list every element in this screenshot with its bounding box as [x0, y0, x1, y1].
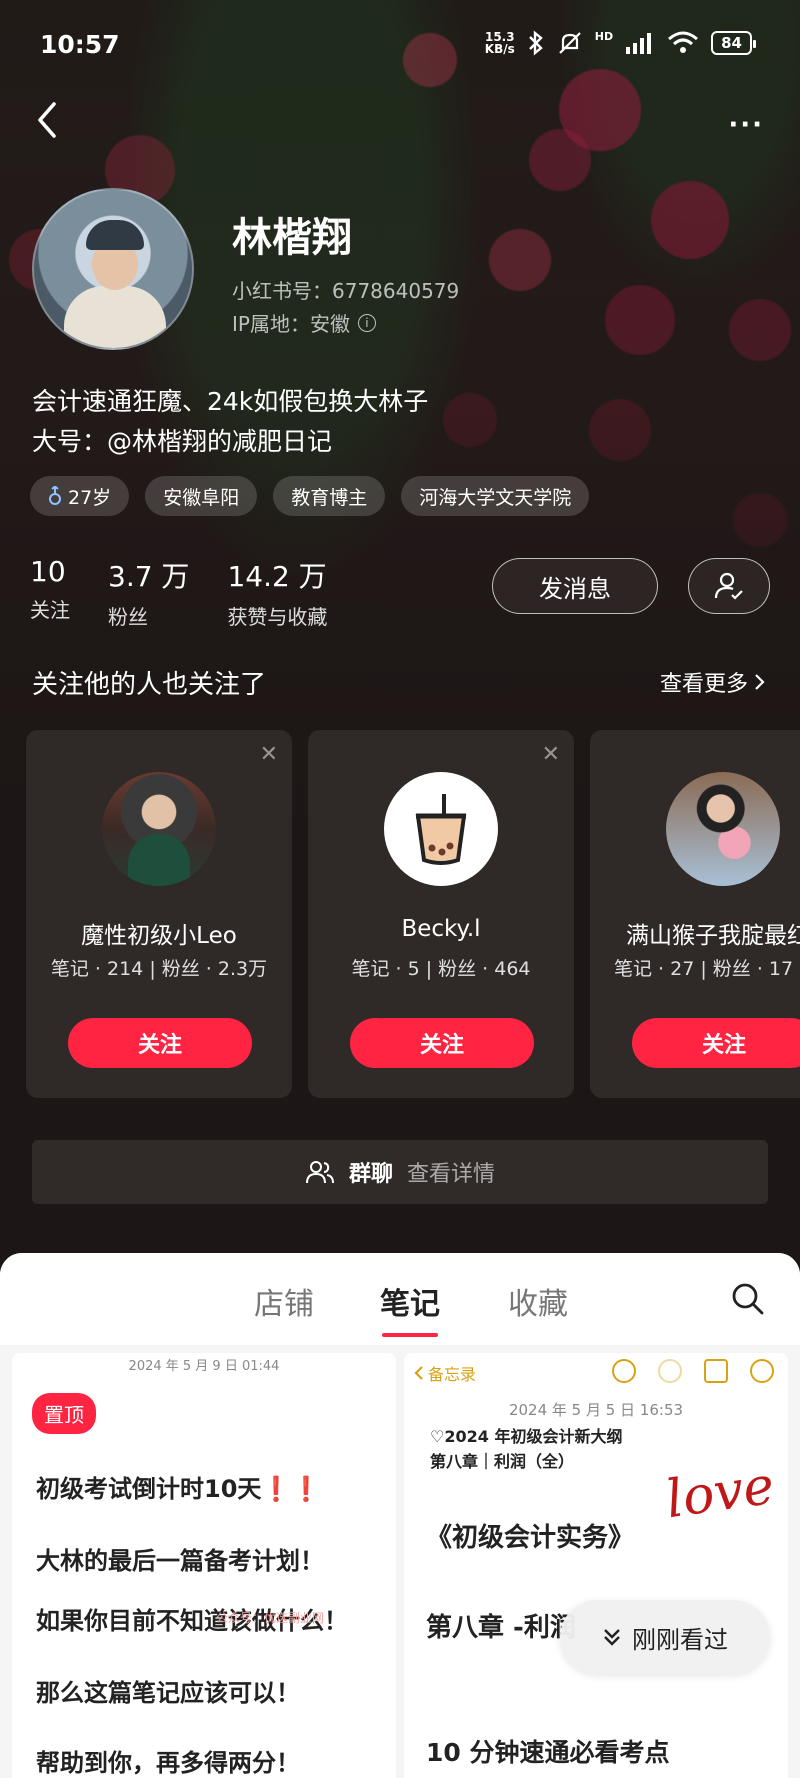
battery-icon: 84	[711, 31, 756, 55]
status-time: 10:57	[40, 30, 120, 59]
profile-tabs: 店铺 笔记 收藏	[0, 1253, 800, 1345]
more-options-button[interactable]: ···	[728, 110, 764, 140]
note-line: 那么这篇笔记应该可以！	[36, 1679, 300, 1707]
note-line: 初级考试倒计时10天❗❗	[36, 1475, 322, 1503]
bio-line-2[interactable]: 大号：@林楷翔的减肥日记	[32, 422, 332, 458]
note-line: 帮助到你，再多得两分！	[36, 1749, 300, 1777]
tag-age: 27岁	[30, 476, 130, 516]
bio-line-1: 会计速通狂魔、24k如假包换大林子	[32, 387, 429, 416]
profile-tags: 27岁 安徽阜阳 教育博主 河海大学文天学院	[30, 476, 590, 516]
chevron-left-icon	[414, 1366, 423, 1380]
memo-chapter: 第八章 -利润	[426, 1613, 576, 1643]
recommend-card[interactable]: 满山猴子我腚最红 笔记 · 27 | 粉丝 · 17 关注	[590, 730, 800, 1098]
content-panel: 店铺 笔记 收藏 2024 年 5 月 9 日 01:44 置顶 初级考试倒计时…	[0, 1253, 800, 1778]
profile-stats: 10 关注 3.7 万 粉丝 14.2 万 获赞与收藏	[30, 555, 365, 630]
note-card-pinned[interactable]: 2024 年 5 月 9 日 01:44 置顶 初级考试倒计时10天❗❗ 大林的…	[12, 1353, 396, 1778]
avatar-body	[64, 286, 166, 348]
card-avatar[interactable]	[384, 772, 498, 886]
bubble-tea-icon	[415, 794, 467, 865]
memo-icons	[612, 1359, 774, 1383]
signal-icon	[626, 33, 652, 54]
back-button[interactable]	[30, 98, 66, 142]
tag-role: 教育博主	[273, 476, 386, 516]
close-icon[interactable]: ✕	[542, 742, 560, 767]
following-status-button[interactable]	[688, 558, 770, 614]
stat-following[interactable]: 10 关注	[30, 555, 70, 630]
tag-location: 安徽阜阳	[145, 476, 258, 516]
tab-shop[interactable]: 店铺	[254, 1279, 314, 1323]
bluetooth-icon	[528, 30, 543, 56]
card-meta: 笔记 · 5 | 粉丝 · 464	[351, 958, 531, 980]
hd-icon: HD	[594, 30, 614, 43]
mute-icon	[559, 32, 581, 54]
follow-button[interactable]: 关注	[350, 1018, 534, 1068]
pinned-badge: 置顶	[32, 1393, 96, 1434]
share-icon	[704, 1359, 728, 1383]
recently-viewed-button[interactable]: 刚刚看过	[560, 1600, 770, 1674]
male-icon	[49, 486, 61, 505]
close-icon[interactable]: ✕	[260, 742, 278, 767]
memo-date: 2024 年 5 月 5 日 16:53	[508, 1401, 684, 1419]
group-detail: 查看详情	[407, 1162, 496, 1187]
profile-id: 小红书号：6778640579	[232, 279, 460, 303]
group-label: 群聊	[348, 1162, 393, 1187]
card-name: 魔性初级小Leo	[81, 923, 237, 949]
tag-school: 河海大学文天学院	[401, 476, 590, 516]
avatar-cap	[86, 220, 144, 250]
see-more-link[interactable]: 查看更多	[660, 666, 766, 698]
chevron-right-icon	[755, 674, 765, 690]
avatar[interactable]	[32, 188, 194, 350]
card-meta: 笔记 · 27 | 粉丝 · 17	[614, 958, 794, 980]
card-name: Becky.l	[401, 916, 481, 942]
user-check-icon	[714, 572, 743, 600]
memo-title: 《初级会计实务》	[426, 1523, 635, 1553]
double-chevron-down-icon	[604, 1629, 620, 1646]
love-handwriting: love	[662, 1455, 778, 1531]
card-avatar[interactable]	[102, 772, 216, 886]
recommend-card[interactable]: ✕ Becky.l 笔记 · 5 | 粉丝 · 464 关注	[308, 730, 574, 1098]
card-avatar[interactable]	[666, 772, 780, 886]
note-line: 大林的最后一篇备考计划！	[36, 1547, 324, 1575]
note-card-memo[interactable]: 备忘录 2024 年 5 月 5 日 16:53 ♡2024 年初级会计新大纲 …	[404, 1353, 788, 1778]
wifi-icon	[668, 31, 699, 53]
tab-collections[interactable]: 收藏	[508, 1279, 568, 1323]
stat-followers[interactable]: 3.7 万 粉丝	[108, 555, 189, 630]
memo-toolbar: 备忘录	[404, 1353, 788, 1393]
card-name: 满山猴子我腚最红	[626, 923, 800, 949]
follow-button[interactable]: 关注	[632, 1018, 800, 1068]
search-icon[interactable]	[730, 1281, 766, 1317]
exclamation-marks: ❗❗	[261, 1475, 322, 1503]
status-icons: 15.3 KB/s HD 84	[484, 30, 756, 56]
memo-tip: 10 分钟速通必看考点	[426, 1738, 670, 1767]
memo-line: ♡2024 年初级会计新大纲	[430, 1427, 623, 1446]
watermark-text: 公众号：优选副业网	[216, 1611, 325, 1625]
ip-location: IP属地：安徽 i	[232, 308, 376, 337]
tab-notes[interactable]: 笔记	[380, 1279, 440, 1337]
send-message-button[interactable]: 发消息	[492, 558, 658, 614]
group-icon	[305, 1161, 334, 1184]
more-icon	[750, 1359, 774, 1383]
ip-location-text: IP属地：安徽	[232, 312, 350, 336]
follow-button[interactable]: 关注	[68, 1018, 252, 1068]
undo-icon	[612, 1359, 636, 1383]
note-date: 2024 年 5 月 9 日 01:44	[128, 1359, 280, 1374]
profile-name: 林楷翔	[232, 215, 352, 261]
info-icon[interactable]: i	[357, 313, 376, 332]
recommend-card[interactable]: ✕ 魔性初级小Leo 笔记 · 214 | 粉丝 · 2.3万 关注	[26, 730, 292, 1098]
memo-back: 备忘录	[414, 1361, 476, 1385]
group-chat-bar[interactable]: 群聊 查看详情	[32, 1140, 768, 1204]
memo-line: 第八章｜利润（全）	[430, 1452, 575, 1471]
network-speed: 15.3 KB/s	[484, 30, 515, 56]
recommend-title: 关注他的人也关注了	[32, 670, 267, 700]
redo-icon	[658, 1359, 682, 1383]
stat-likes[interactable]: 14.2 万 获赞与收藏	[227, 555, 327, 630]
card-meta: 笔记 · 214 | 粉丝 · 2.3万	[50, 958, 268, 980]
